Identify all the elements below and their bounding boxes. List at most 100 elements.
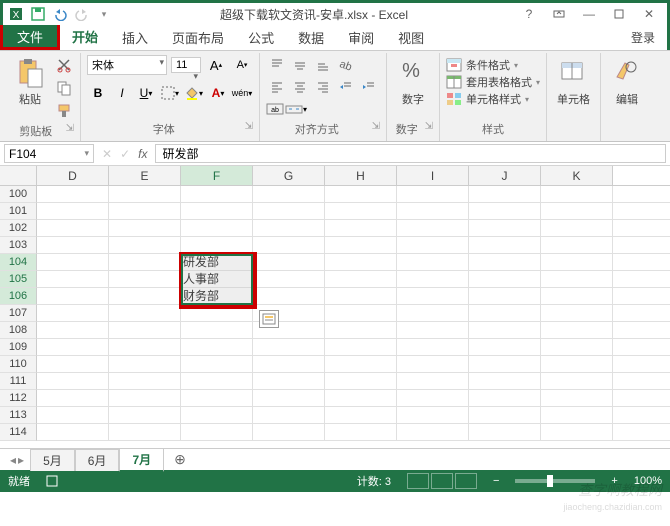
cell-G114[interactable] [253, 424, 325, 440]
cell-I114[interactable] [397, 424, 469, 440]
cell-F112[interactable] [181, 390, 253, 406]
cell-D107[interactable] [37, 305, 109, 321]
cell-F106[interactable]: 财务部 [181, 288, 253, 304]
macro-record-icon[interactable] [46, 475, 58, 487]
cell-F110[interactable] [181, 356, 253, 372]
cell-H109[interactable] [325, 339, 397, 355]
sheet-tab-may[interactable]: 5月 [30, 449, 75, 471]
cell-H112[interactable] [325, 390, 397, 406]
cell-H100[interactable] [325, 186, 397, 202]
cell-E102[interactable] [109, 220, 181, 236]
column-header-J[interactable]: J [469, 166, 541, 185]
cell-J107[interactable] [469, 305, 541, 321]
column-header-H[interactable]: H [325, 166, 397, 185]
italic-button[interactable]: I [111, 83, 133, 103]
row-header-101[interactable]: 101 [0, 203, 37, 220]
cell-I102[interactable] [397, 220, 469, 236]
cell-D100[interactable] [37, 186, 109, 202]
align-top-icon[interactable] [266, 55, 288, 75]
cell-F102[interactable] [181, 220, 253, 236]
font-color-icon[interactable]: A▾ [207, 83, 229, 103]
cell-F109[interactable] [181, 339, 253, 355]
cell-J109[interactable] [469, 339, 541, 355]
cell-K103[interactable] [541, 237, 613, 253]
row-header-104[interactable]: 104 [0, 254, 37, 271]
sheet-nav[interactable]: ◂ ▸ [4, 453, 30, 467]
name-box[interactable]: F104 [4, 144, 94, 163]
wrap-text-icon[interactable]: ab [266, 99, 284, 119]
cell-I105[interactable] [397, 271, 469, 287]
cell-E101[interactable] [109, 203, 181, 219]
row-header-103[interactable]: 103 [0, 237, 37, 254]
row-header-102[interactable]: 102 [0, 220, 37, 237]
cell-H114[interactable] [325, 424, 397, 440]
tab-review[interactable]: 审阅 [336, 25, 386, 50]
cell-H108[interactable] [325, 322, 397, 338]
format-as-table-button[interactable]: 套用表格格式▾ [446, 74, 540, 90]
cut-icon[interactable] [54, 55, 74, 75]
column-header-E[interactable]: E [109, 166, 181, 185]
align-bottom-icon[interactable] [312, 55, 334, 75]
cell-H107[interactable] [325, 305, 397, 321]
cell-E114[interactable] [109, 424, 181, 440]
minimize-button[interactable]: — [575, 5, 603, 23]
cell-K114[interactable] [541, 424, 613, 440]
cell-E107[interactable] [109, 305, 181, 321]
row-header-112[interactable]: 112 [0, 390, 37, 407]
clipboard-launcher-icon[interactable]: ⇲ [66, 123, 74, 134]
redo-icon[interactable] [73, 5, 91, 23]
cell-E109[interactable] [109, 339, 181, 355]
cell-E112[interactable] [109, 390, 181, 406]
cell-G103[interactable] [253, 237, 325, 253]
undo-icon[interactable] [51, 5, 69, 23]
cell-J110[interactable] [469, 356, 541, 372]
cell-I100[interactable] [397, 186, 469, 202]
cell-E111[interactable] [109, 373, 181, 389]
cell-H113[interactable] [325, 407, 397, 423]
paste-button[interactable]: 粘贴 [10, 55, 50, 109]
cell-I101[interactable] [397, 203, 469, 219]
help-icon[interactable]: ? [515, 5, 543, 23]
fill-color-icon[interactable]: ▾ [183, 83, 205, 103]
alignment-launcher-icon[interactable]: ⇲ [372, 121, 380, 132]
cell-K105[interactable] [541, 271, 613, 287]
qat-dropdown-icon[interactable]: ▾ [95, 5, 113, 23]
cell-D110[interactable] [37, 356, 109, 372]
sheet-tab-june[interactable]: 6月 [75, 449, 120, 471]
copy-icon[interactable] [54, 78, 74, 98]
cell-I111[interactable] [397, 373, 469, 389]
merge-center-icon[interactable]: ▾ [285, 99, 307, 119]
tab-formulas[interactable]: 公式 [236, 25, 286, 50]
cell-G106[interactable] [253, 288, 325, 304]
cell-J101[interactable] [469, 203, 541, 219]
tab-home[interactable]: 开始 [60, 25, 110, 50]
zoom-out-icon[interactable]: − [493, 475, 499, 487]
row-header-100[interactable]: 100 [0, 186, 37, 203]
cell-I110[interactable] [397, 356, 469, 372]
cell-D114[interactable] [37, 424, 109, 440]
login-link[interactable]: 登录 [619, 25, 667, 50]
conditional-formatting-button[interactable]: 条件格式▾ [446, 57, 540, 73]
cell-K100[interactable] [541, 186, 613, 202]
cell-G112[interactable] [253, 390, 325, 406]
format-painter-icon[interactable] [54, 101, 74, 121]
cell-J111[interactable] [469, 373, 541, 389]
cells-button[interactable]: 单元格 [553, 55, 594, 109]
ribbon-options-icon[interactable] [545, 5, 573, 23]
normal-view-icon[interactable] [407, 473, 429, 489]
orientation-icon[interactable]: ab [335, 55, 357, 75]
save-icon[interactable] [29, 5, 47, 23]
cell-I113[interactable] [397, 407, 469, 423]
sheet-tab-july[interactable]: 7月 [119, 448, 164, 472]
cell-K101[interactable] [541, 203, 613, 219]
row-header-108[interactable]: 108 [0, 322, 37, 339]
cell-G101[interactable] [253, 203, 325, 219]
phonetic-icon[interactable]: wén▾ [231, 83, 253, 103]
cell-I103[interactable] [397, 237, 469, 253]
align-left-icon[interactable] [266, 77, 288, 97]
tab-data[interactable]: 数据 [286, 25, 336, 50]
cell-G105[interactable] [253, 271, 325, 287]
cell-J100[interactable] [469, 186, 541, 202]
cell-D108[interactable] [37, 322, 109, 338]
cell-D101[interactable] [37, 203, 109, 219]
